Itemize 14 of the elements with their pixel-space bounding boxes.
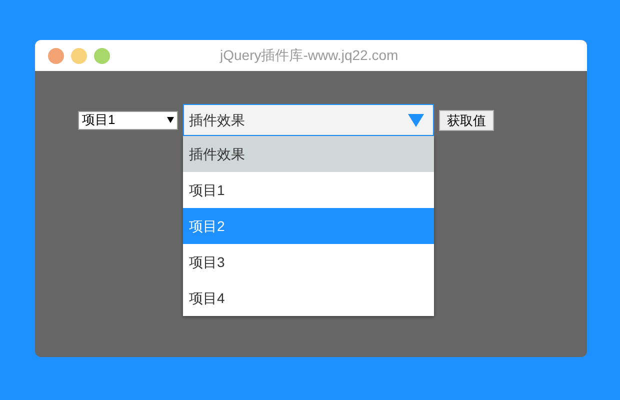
dropdown-arrow-icon [408,114,424,126]
native-select[interactable]: 项目1 [78,110,178,130]
dropdown-option[interactable]: 项目1 [183,172,434,208]
dropdown-option[interactable]: 插件效果 [183,136,434,172]
close-button[interactable] [48,48,64,64]
maximize-button[interactable] [94,48,110,64]
dropdown-arrow-icon [167,117,174,123]
dropdown-option[interactable]: 项目4 [183,280,434,316]
minimize-button[interactable] [71,48,87,64]
custom-select[interactable]: 插件效果 [183,104,434,136]
window-title: jQuery插件库-www.jq22.com [220,46,398,65]
select-value: 项目1 [82,111,116,130]
dropdown-option[interactable]: 项目3 [183,244,434,280]
get-value-button[interactable]: 获取值 [439,110,494,130]
